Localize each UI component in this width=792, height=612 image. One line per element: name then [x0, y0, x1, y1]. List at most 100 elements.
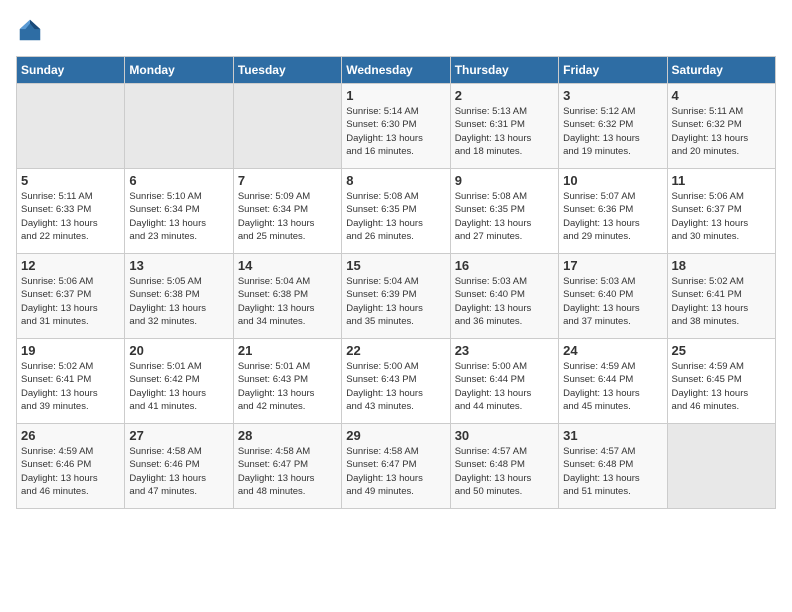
calendar-cell: 17 Sunrise: 5:03 AM Sunset: 6:40 PM Dayli… [559, 254, 667, 339]
calendar-cell [667, 424, 775, 509]
day-number: 28 [238, 428, 337, 443]
day-info: Sunrise: 5:00 AM Sunset: 6:43 PM Dayligh… [346, 360, 445, 413]
day-number: 12 [21, 258, 120, 273]
page-header [16, 16, 776, 44]
calendar-cell: 27 Sunrise: 4:58 AM Sunset: 6:46 PM Dayli… [125, 424, 233, 509]
day-number: 21 [238, 343, 337, 358]
day-number: 29 [346, 428, 445, 443]
calendar-cell: 20Sunrise: 5:01 AM Sunset: 6:42 PM Dayli… [125, 339, 233, 424]
day-number: 8 [346, 173, 445, 188]
calendar-cell: 25 Sunrise: 4:59 AM Sunset: 6:45 PM Dayli… [667, 339, 775, 424]
calendar-cell: 14 Sunrise: 5:04 AM Sunset: 6:38 PM Dayli… [233, 254, 341, 339]
calendar-cell: 1 Sunrise: 5:14 AM Sunset: 6:30 PM Daylig… [342, 84, 450, 169]
day-info: Sunrise: 4:58 AM Sunset: 6:47 PM Dayligh… [238, 445, 337, 498]
logo [16, 16, 48, 44]
calendar-cell: 21 Sunrise: 5:01 AM Sunset: 6:43 PM Dayli… [233, 339, 341, 424]
day-number: 24 [563, 343, 662, 358]
day-info: Sunrise: 4:59 AM Sunset: 6:46 PM Dayligh… [21, 445, 120, 498]
calendar-week-4: 19Sunrise: 5:02 AM Sunset: 6:41 PM Dayli… [17, 339, 776, 424]
weekday-header-thursday: Thursday [450, 57, 558, 84]
calendar-cell [125, 84, 233, 169]
weekday-header-friday: Friday [559, 57, 667, 84]
day-number: 27 [129, 428, 228, 443]
day-info: Sunrise: 5:08 AM Sunset: 6:35 PM Dayligh… [455, 190, 554, 243]
calendar-cell: 31 Sunrise: 4:57 AM Sunset: 6:48 PM Dayli… [559, 424, 667, 509]
calendar-cell: 23 Sunrise: 5:00 AM Sunset: 6:44 PM Dayli… [450, 339, 558, 424]
calendar-table: SundayMondayTuesdayWednesdayThursdayFrid… [16, 56, 776, 509]
calendar-cell: 7Sunrise: 5:09 AM Sunset: 6:34 PM Daylig… [233, 169, 341, 254]
day-number: 1 [346, 88, 445, 103]
day-number: 2 [455, 88, 554, 103]
calendar-cell [233, 84, 341, 169]
day-info: Sunrise: 5:10 AM Sunset: 6:34 PM Dayligh… [129, 190, 228, 243]
day-number: 7 [238, 173, 337, 188]
calendar-cell: 11 Sunrise: 5:06 AM Sunset: 6:37 PM Dayli… [667, 169, 775, 254]
day-number: 13 [129, 258, 228, 273]
calendar-cell: 18 Sunrise: 5:02 AM Sunset: 6:41 PM Dayli… [667, 254, 775, 339]
day-info: Sunrise: 4:59 AM Sunset: 6:45 PM Dayligh… [672, 360, 771, 413]
calendar-cell: 8Sunrise: 5:08 AM Sunset: 6:35 PM Daylig… [342, 169, 450, 254]
header-row: SundayMondayTuesdayWednesdayThursdayFrid… [17, 57, 776, 84]
calendar-cell: 10 Sunrise: 5:07 AM Sunset: 6:36 PM Dayli… [559, 169, 667, 254]
calendar-week-1: 1 Sunrise: 5:14 AM Sunset: 6:30 PM Daylig… [17, 84, 776, 169]
day-number: 23 [455, 343, 554, 358]
day-info: Sunrise: 5:14 AM Sunset: 6:30 PM Dayligh… [346, 105, 445, 158]
day-number: 25 [672, 343, 771, 358]
day-info: Sunrise: 4:59 AM Sunset: 6:44 PM Dayligh… [563, 360, 662, 413]
day-info: Sunrise: 4:58 AM Sunset: 6:46 PM Dayligh… [129, 445, 228, 498]
calendar-body: 1 Sunrise: 5:14 AM Sunset: 6:30 PM Daylig… [17, 84, 776, 509]
calendar-cell: 5 Sunrise: 5:11 AM Sunset: 6:33 PM Daylig… [17, 169, 125, 254]
calendar-cell: 30 Sunrise: 4:57 AM Sunset: 6:48 PM Dayli… [450, 424, 558, 509]
day-info: Sunrise: 5:01 AM Sunset: 6:43 PM Dayligh… [238, 360, 337, 413]
logo-icon [16, 16, 44, 44]
weekday-header-sunday: Sunday [17, 57, 125, 84]
day-number: 18 [672, 258, 771, 273]
day-number: 11 [672, 173, 771, 188]
day-number: 14 [238, 258, 337, 273]
day-info: Sunrise: 5:00 AM Sunset: 6:44 PM Dayligh… [455, 360, 554, 413]
day-info: Sunrise: 5:13 AM Sunset: 6:31 PM Dayligh… [455, 105, 554, 158]
weekday-header-tuesday: Tuesday [233, 57, 341, 84]
day-info: Sunrise: 4:57 AM Sunset: 6:48 PM Dayligh… [455, 445, 554, 498]
calendar-cell: 9Sunrise: 5:08 AM Sunset: 6:35 PM Daylig… [450, 169, 558, 254]
calendar-cell: 19Sunrise: 5:02 AM Sunset: 6:41 PM Dayli… [17, 339, 125, 424]
day-number: 10 [563, 173, 662, 188]
day-info: Sunrise: 5:12 AM Sunset: 6:32 PM Dayligh… [563, 105, 662, 158]
day-info: Sunrise: 5:04 AM Sunset: 6:39 PM Dayligh… [346, 275, 445, 328]
calendar-cell: 16 Sunrise: 5:03 AM Sunset: 6:40 PM Dayli… [450, 254, 558, 339]
day-info: Sunrise: 5:06 AM Sunset: 6:37 PM Dayligh… [21, 275, 120, 328]
day-number: 26 [21, 428, 120, 443]
day-info: Sunrise: 5:03 AM Sunset: 6:40 PM Dayligh… [455, 275, 554, 328]
day-number: 5 [21, 173, 120, 188]
day-info: Sunrise: 5:04 AM Sunset: 6:38 PM Dayligh… [238, 275, 337, 328]
weekday-header-saturday: Saturday [667, 57, 775, 84]
day-info: Sunrise: 4:58 AM Sunset: 6:47 PM Dayligh… [346, 445, 445, 498]
calendar-cell: 6 Sunrise: 5:10 AM Sunset: 6:34 PM Daylig… [125, 169, 233, 254]
calendar-cell [17, 84, 125, 169]
day-info: Sunrise: 5:06 AM Sunset: 6:37 PM Dayligh… [672, 190, 771, 243]
calendar-cell: 15 Sunrise: 5:04 AM Sunset: 6:39 PM Dayli… [342, 254, 450, 339]
calendar-week-5: 26 Sunrise: 4:59 AM Sunset: 6:46 PM Dayli… [17, 424, 776, 509]
calendar-cell: 26 Sunrise: 4:59 AM Sunset: 6:46 PM Dayli… [17, 424, 125, 509]
day-info: Sunrise: 5:02 AM Sunset: 6:41 PM Dayligh… [672, 275, 771, 328]
calendar-week-3: 12 Sunrise: 5:06 AM Sunset: 6:37 PM Dayli… [17, 254, 776, 339]
day-info: Sunrise: 5:02 AM Sunset: 6:41 PM Dayligh… [21, 360, 120, 413]
day-info: Sunrise: 5:07 AM Sunset: 6:36 PM Dayligh… [563, 190, 662, 243]
day-number: 22 [346, 343, 445, 358]
calendar-cell: 22 Sunrise: 5:00 AM Sunset: 6:43 PM Dayli… [342, 339, 450, 424]
day-number: 15 [346, 258, 445, 273]
day-number: 31 [563, 428, 662, 443]
day-info: Sunrise: 5:11 AM Sunset: 6:32 PM Dayligh… [672, 105, 771, 158]
calendar-cell: 3Sunrise: 5:12 AM Sunset: 6:32 PM Daylig… [559, 84, 667, 169]
day-number: 6 [129, 173, 228, 188]
day-info: Sunrise: 5:11 AM Sunset: 6:33 PM Dayligh… [21, 190, 120, 243]
day-number: 30 [455, 428, 554, 443]
day-number: 17 [563, 258, 662, 273]
calendar-cell: 24 Sunrise: 4:59 AM Sunset: 6:44 PM Dayli… [559, 339, 667, 424]
calendar-cell: 2 Sunrise: 5:13 AM Sunset: 6:31 PM Daylig… [450, 84, 558, 169]
day-number: 16 [455, 258, 554, 273]
day-info: Sunrise: 5:03 AM Sunset: 6:40 PM Dayligh… [563, 275, 662, 328]
day-number: 20 [129, 343, 228, 358]
day-info: Sunrise: 4:57 AM Sunset: 6:48 PM Dayligh… [563, 445, 662, 498]
calendar-cell: 4Sunrise: 5:11 AM Sunset: 6:32 PM Daylig… [667, 84, 775, 169]
